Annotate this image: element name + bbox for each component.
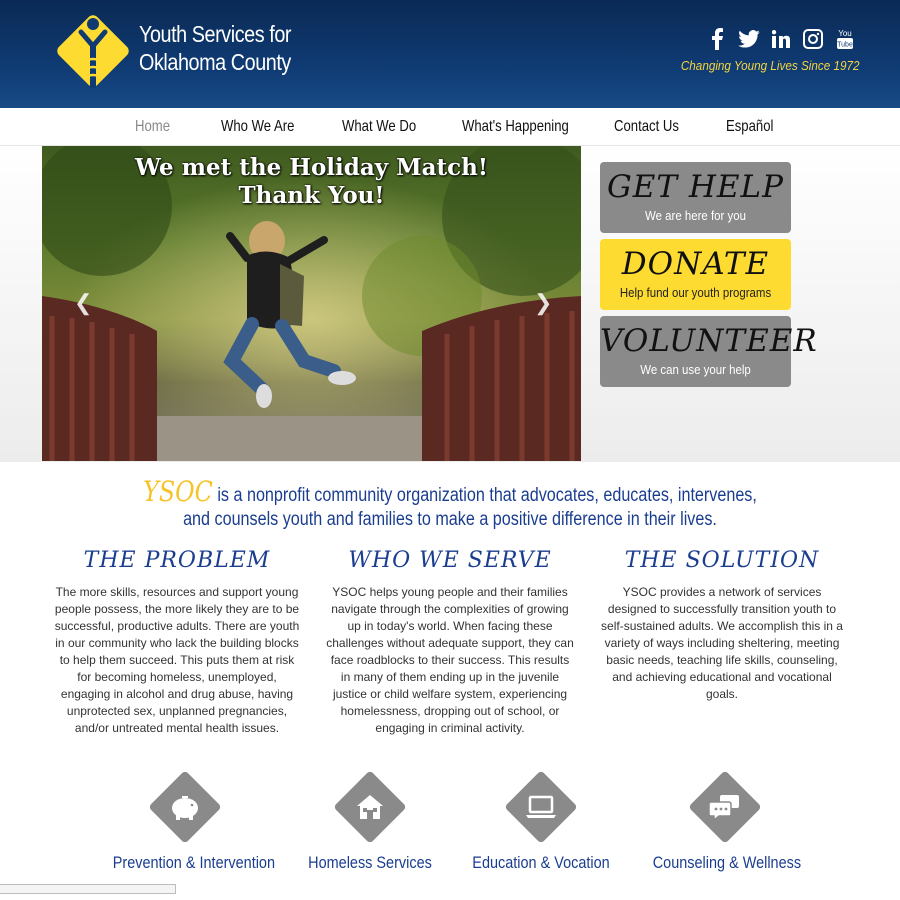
volunteer-title: Volunteer [600, 323, 818, 359]
slide-title-line2: Thank You! [238, 182, 385, 209]
service-label: Prevention & Intervention [112, 853, 276, 872]
main-nav: Home Who We Are What We Do What's Happen… [0, 108, 900, 146]
mission-brand: YSOC [143, 475, 213, 508]
linkedin-icon[interactable] [770, 28, 792, 50]
get-help-subtitle: We are here for you [645, 208, 746, 223]
laptop-icon [523, 789, 559, 825]
problem-title: The Problem [83, 548, 271, 573]
instagram-icon[interactable] [802, 28, 824, 50]
service-prevention[interactable]: Prevention & Intervention [100, 770, 276, 873]
chat-bubbles-icon [707, 789, 743, 825]
twitter-icon[interactable] [738, 28, 760, 50]
nav-what-we-do[interactable]: What We Do [342, 118, 416, 136]
get-help-button[interactable]: Get Help We are here for you [600, 162, 791, 233]
nav-contact-us[interactable]: Contact Us [614, 118, 679, 136]
service-label: Counseling & Wellness [652, 853, 802, 872]
tagline: Changing Young Lives Since 1972 [681, 58, 860, 73]
youtube-icon[interactable]: You Tube [834, 28, 856, 50]
nav-whats-happening[interactable]: What's Happening [462, 118, 569, 136]
service-diamond [504, 770, 578, 844]
donate-button[interactable]: Donate Help fund our youth programs [600, 239, 791, 310]
hero-slider[interactable]: We met the Holiday Match! Thank You! ❮ ❯ [42, 146, 581, 461]
svg-text:You: You [838, 29, 852, 38]
who-we-serve-body: YSOC helps young people and their famili… [326, 585, 574, 735]
slide-title-line1: We met the Holiday Match! [135, 154, 488, 181]
nav-home[interactable]: Home [135, 118, 170, 136]
slider-next-icon[interactable]: ❯ [534, 290, 552, 316]
service-diamond [333, 770, 407, 844]
volunteer-subtitle: We can use your help [640, 362, 751, 377]
nav-espanol[interactable]: Español [726, 118, 773, 136]
who-we-serve-title: Who We Serve [348, 548, 552, 573]
org-name[interactable]: Youth Services for Oklahoma County [139, 20, 311, 76]
problem-column: The Problem The more skills, resources a… [52, 548, 302, 737]
mission-line2: and counsels youth and families to make … [183, 509, 717, 530]
service-diamond [688, 770, 762, 844]
org-name-line2: Oklahoma County [139, 49, 291, 75]
solution-column: The Solution YSOC provides a network of … [597, 548, 847, 703]
nav-who-we-are[interactable]: Who We Are [221, 118, 294, 136]
house-icon [352, 789, 388, 825]
piggy-bank-icon [167, 789, 203, 825]
get-help-title: Get Help [606, 169, 785, 205]
who-we-serve-column: Who We Serve YSOC helps young people and… [325, 548, 575, 737]
volunteer-button[interactable]: Volunteer We can use your help [600, 316, 818, 387]
horizontal-scrollbar[interactable] [0, 884, 176, 894]
service-label: Education & Vocation [472, 853, 610, 872]
solution-body: YSOC provides a network of services desi… [601, 585, 843, 701]
problem-body: The more skills, resources and support y… [54, 585, 300, 735]
svg-text:Tube: Tube [837, 42, 853, 49]
org-name-line1: Youth Services for [139, 21, 292, 47]
social-links: You Tube [706, 28, 856, 50]
service-homeless[interactable]: Homeless Services [285, 770, 455, 873]
donate-subtitle: Help fund our youth programs [619, 285, 772, 300]
mission-text1: is a nonprofit community organization th… [217, 485, 757, 506]
mission-line1: YSOC is a nonprofit community organizati… [68, 478, 833, 508]
service-label: Homeless Services [308, 853, 432, 872]
facebook-icon[interactable] [706, 28, 728, 50]
donate-title: Donate [621, 246, 770, 282]
service-education[interactable]: Education & Vocation [456, 770, 626, 873]
logo-icon[interactable] [48, 6, 138, 96]
site-header: Youth Services for Oklahoma County You Tu… [0, 0, 900, 108]
slider-prev-icon[interactable]: ❮ [74, 290, 92, 316]
slide-title: We met the Holiday Match! Thank You! [42, 154, 581, 210]
service-diamond [148, 770, 222, 844]
solution-title: The Solution [624, 548, 820, 573]
mission-statement: YSOC is a nonprofit community organizati… [0, 478, 900, 532]
service-counseling[interactable]: Counseling & Wellness [640, 770, 810, 873]
